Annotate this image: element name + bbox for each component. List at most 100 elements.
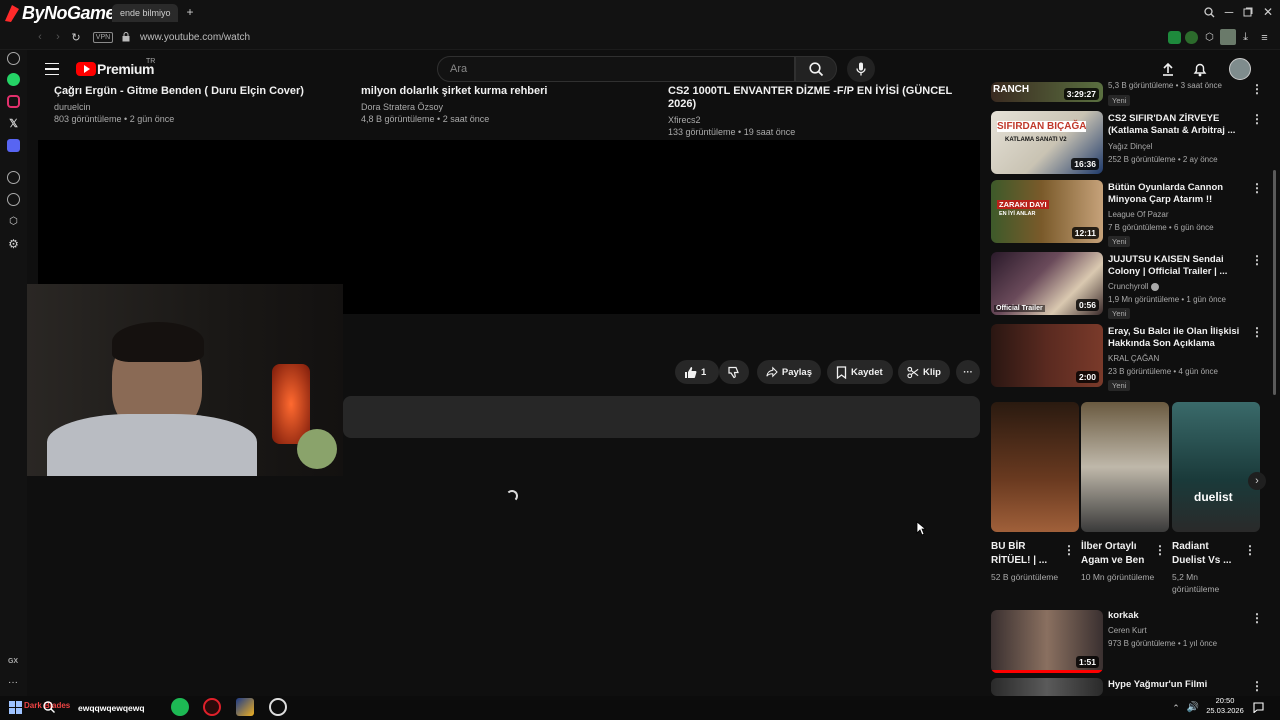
new-tab-icon[interactable]: +	[183, 5, 197, 19]
kebab-menu-icon[interactable]: ⋮	[1251, 182, 1263, 194]
back-icon[interactable]: ‹	[34, 31, 46, 43]
page-scrollbar[interactable]	[1273, 170, 1276, 395]
kebab-menu-icon[interactable]: ⋮	[1251, 113, 1263, 125]
puzzle-icon[interactable]: ⬡	[1203, 31, 1216, 44]
description-box[interactable]	[343, 396, 980, 438]
video-title[interactable]: Hype Yağmur'un Filmi	[1108, 679, 1244, 691]
gx-control-icon[interactable]: GX	[4, 655, 22, 667]
more-icon[interactable]: ···	[4, 676, 22, 688]
tray-chevron-up-icon[interactable]: ⌃	[1170, 702, 1182, 714]
search-input[interactable]: Ara	[437, 56, 795, 82]
spotify-icon[interactable]	[171, 698, 189, 716]
share-button[interactable]: Paylaş	[757, 360, 821, 384]
whatsapp-icon[interactable]	[7, 73, 20, 86]
kebab-menu-icon[interactable]: ⋮	[1154, 544, 1166, 556]
aria-icon[interactable]	[7, 52, 20, 65]
kebab-menu-icon[interactable]: ⋮	[1251, 254, 1263, 266]
video-title[interactable]: milyon dolarlık şirket kurma rehberi	[361, 85, 661, 98]
minimize-icon[interactable]: ─	[1222, 5, 1236, 19]
channel-name[interactable]: Ceren Kurt	[1108, 626, 1147, 635]
scissors-icon	[907, 366, 919, 378]
browser-tab[interactable]: ende bilmiyo	[112, 4, 178, 22]
more-actions-button[interactable]: ···	[956, 360, 980, 384]
notification-center-icon[interactable]	[1252, 701, 1264, 713]
history-icon[interactable]	[7, 193, 20, 206]
kebab-menu-icon[interactable]: ⋮	[1251, 326, 1263, 338]
channel-name[interactable]: KRAL ÇAĞAN	[1108, 354, 1159, 363]
channel-name[interactable]: Crunchyroll	[1108, 282, 1159, 291]
share-arrow-icon	[766, 366, 778, 378]
app-2-icon[interactable]	[269, 698, 287, 716]
create-upload-icon[interactable]	[1160, 61, 1176, 77]
video-title[interactable]: Çağrı Ergün - Gitme Benden ( Duru Elçin …	[54, 85, 354, 98]
forward-icon[interactable]: ›	[52, 31, 64, 43]
video-thumbnail[interactable]: RANCH 3:29:27	[991, 82, 1103, 102]
opera-gx-taskbar-icon[interactable]	[203, 698, 221, 716]
video-title[interactable]: CS2 SIFIR'DAN ZİRVEYE (Katlama Sanatı & …	[1108, 113, 1244, 137]
lock-icon[interactable]	[121, 32, 131, 42]
download-icon[interactable]: ⤓	[1239, 31, 1252, 44]
kebab-menu-icon[interactable]: ⋮	[1244, 544, 1256, 556]
video-thumbnail[interactable]: SIFIRDAN BIÇAĞA KATLAMA SANATI V2 16:36	[991, 111, 1103, 174]
video-thumbnail[interactable]: ZARAKI DAYI EN İYİ ANLAR 12:11	[991, 180, 1103, 243]
restore-icon[interactable]	[1241, 5, 1255, 19]
kebab-menu-icon[interactable]: ⋮	[1063, 544, 1075, 556]
clip-button[interactable]: Klip	[898, 360, 950, 384]
taskbar-search-icon[interactable]	[42, 700, 56, 714]
search-button[interactable]	[795, 56, 837, 82]
instagram-icon[interactable]	[7, 95, 20, 108]
video-title[interactable]: Eray, Su Balcı ile Olan İlişkisi Hakkınd…	[1108, 326, 1244, 350]
video-title[interactable]: korkak	[1108, 610, 1244, 622]
clock[interactable]: 20:50 25.03.2026	[1206, 696, 1244, 716]
extensions-icon[interactable]: ⬡	[7, 215, 20, 228]
url-field[interactable]: www.youtube.com/watch	[140, 32, 250, 43]
browser-menu-icon[interactable]: ≡	[1258, 31, 1271, 44]
x-twitter-icon[interactable]: 𝕏	[7, 117, 20, 130]
video-title[interactable]: Bütün Oyunlarda Cannon Minyona Çarp Atar…	[1108, 182, 1244, 206]
channel-name[interactable]: Xfirecs2	[668, 114, 701, 126]
youtube-logo-icon[interactable]	[76, 62, 96, 76]
video-thumbnail[interactable]	[991, 678, 1103, 696]
video-thumbnail[interactable]: 1:51	[991, 610, 1103, 673]
channel-name[interactable]: duruelcin	[54, 101, 91, 113]
search-tabs-icon[interactable]	[1202, 5, 1216, 19]
hamburger-menu-icon[interactable]	[44, 61, 60, 77]
extension-icon[interactable]	[1168, 31, 1181, 44]
settings-gear-icon[interactable]: ⚙	[7, 237, 20, 251]
voice-search-button[interactable]	[847, 56, 875, 82]
start-menu-icon[interactable]	[8, 700, 22, 714]
save-button[interactable]: Kaydet	[827, 360, 893, 384]
vpn-badge[interactable]: VPN	[93, 32, 113, 43]
bookmark-icon	[836, 365, 847, 379]
volume-icon[interactable]: 🔊	[1187, 701, 1199, 713]
like-button[interactable]: 1	[675, 360, 719, 384]
short-title[interactable]: Radiant Duelist Vs ...	[1172, 540, 1242, 568]
reload-icon[interactable]: ↻	[70, 31, 82, 44]
channel-name[interactable]: Yağız Dinçel	[1108, 142, 1152, 151]
channel-name[interactable]: League Of Pazar	[1108, 210, 1168, 219]
short-thumbnail[interactable]	[1081, 402, 1169, 532]
kebab-menu-icon[interactable]: ⋮	[1251, 680, 1263, 692]
app-icon[interactable]	[236, 698, 254, 716]
profile-avatar[interactable]	[1220, 29, 1236, 45]
video-title[interactable]: JUJUTSU KAISEN Sendai Colony | Official …	[1108, 254, 1244, 278]
video-thumbnail[interactable]: Official Trailer 0:56	[991, 252, 1103, 315]
shorts-next-arrow-icon[interactable]: ›	[1248, 472, 1266, 490]
short-title[interactable]: İlber Ortaylı Agam ve Ben	[1081, 540, 1151, 568]
account-avatar[interactable]	[1229, 58, 1251, 80]
short-title[interactable]: BU BİR RİTÜEL! | ...	[991, 540, 1061, 568]
watched-progress-bar	[991, 670, 1103, 673]
video-title[interactable]: CS2 1000TL ENVANTER DİZME -F/P EN İYİSİ …	[668, 85, 958, 111]
kebab-menu-icon[interactable]: ⋮	[1251, 612, 1263, 624]
short-thumbnail[interactable]	[991, 402, 1079, 532]
channel-name[interactable]: Dora Stratera Özsoy	[361, 101, 443, 113]
short-thumbnail[interactable]: duelist	[1172, 402, 1260, 532]
dislike-button[interactable]	[719, 360, 749, 384]
player-icon[interactable]	[7, 171, 20, 184]
kebab-menu-icon[interactable]: ⋮	[1251, 83, 1263, 95]
extension-2-icon[interactable]	[1185, 31, 1198, 44]
notifications-bell-icon[interactable]	[1192, 61, 1208, 77]
close-window-icon[interactable]: ✕	[1261, 5, 1275, 19]
video-thumbnail[interactable]: 2:00	[991, 324, 1103, 387]
discord-icon[interactable]	[7, 139, 20, 152]
